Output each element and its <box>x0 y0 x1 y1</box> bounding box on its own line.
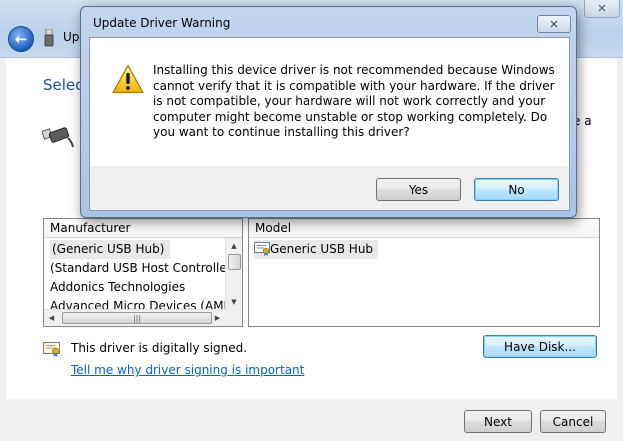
have-disk-button[interactable]: Have Disk... <box>483 335 597 358</box>
yes-button[interactable]: Yes <box>376 178 461 201</box>
back-arrow-icon[interactable]: ← <box>8 26 34 52</box>
warning-icon <box>112 64 144 94</box>
cancel-button[interactable]: Cancel <box>540 410 606 433</box>
dialog-title: Update Driver Warning <box>93 16 231 30</box>
list-item[interactable]: Generic USB Hub <box>249 240 599 259</box>
scroll-thumb[interactable]: ||| <box>62 312 212 324</box>
manufacturer-header: Manufacturer <box>44 219 242 238</box>
close-icon[interactable]: ✕ <box>537 15 571 33</box>
signed-status: This driver is digitally signed. <box>71 341 248 355</box>
scroll-thumb[interactable] <box>228 254 241 270</box>
model-label: Generic USB Hub <box>270 242 374 256</box>
dialog-content: Installing this device driver is not rec… <box>90 38 569 166</box>
scroll-down-icon[interactable]: ▼ <box>226 294 242 309</box>
scroll-up-icon[interactable]: ▲ <box>226 238 242 253</box>
certificate-icon <box>43 342 60 357</box>
list-item[interactable]: Addonics Technologies <box>44 278 242 297</box>
scroll-left-icon[interactable]: ◀ <box>44 310 59 326</box>
usb-icon <box>42 127 74 148</box>
scroll-corner <box>225 309 242 326</box>
scroll-right-icon[interactable]: ▶ <box>210 310 225 326</box>
list-item[interactable]: (Generic USB Hub) <box>44 240 242 259</box>
vertical-scrollbar[interactable]: ▲ ▼ <box>225 238 242 309</box>
list-item-label: (Generic USB Hub) <box>50 240 171 259</box>
usb-icon <box>44 29 54 47</box>
dialog-panel: Installing this device driver is not rec… <box>89 37 570 211</box>
list-item-selected: Generic USB Hub <box>254 240 379 259</box>
driver-signing-link[interactable]: Tell me why driver signing is important <box>71 363 304 377</box>
model-list[interactable]: Model Generic USB Hub <box>248 218 600 327</box>
list-item[interactable]: (Standard USB Host Controller) <box>44 259 242 278</box>
certificate-icon <box>254 242 270 256</box>
horizontal-scrollbar[interactable]: ◀ ||| ▶ <box>44 309 225 326</box>
page-title: Selec <box>43 76 84 94</box>
update-driver-warning-dialog: Update Driver Warning ✕ Installing this … <box>80 6 577 218</box>
no-button[interactable]: No <box>474 178 559 201</box>
next-button[interactable]: Next <box>464 410 532 433</box>
close-icon[interactable]: ✕ <box>584 0 620 18</box>
model-header: Model <box>249 219 599 238</box>
manufacturer-list[interactable]: Manufacturer (Generic USB Hub) (Standard… <box>43 218 243 327</box>
dialog-message: Installing this device driver is not rec… <box>153 63 555 139</box>
